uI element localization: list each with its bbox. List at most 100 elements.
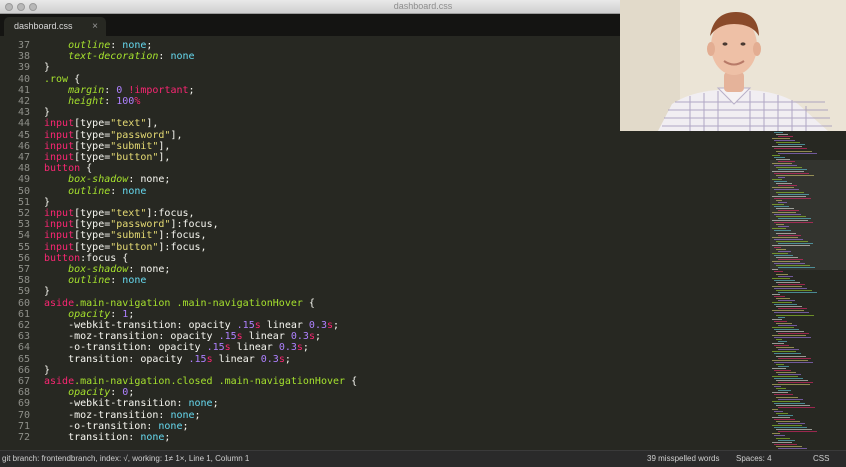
minimap-line [772,400,800,402]
line-content: .row { [44,74,80,85]
minimap-line [776,158,790,160]
code-token: aside [44,297,75,309]
minimap-line [776,289,812,291]
code-line[interactable]: 59} [0,286,770,297]
code-line[interactable]: 71 -o-transition: none; [0,421,770,432]
code-token: input [44,208,75,219]
code-line[interactable]: 65 transition: opacity .15s linear 0.3s; [0,354,770,365]
code-token: ; [194,409,201,421]
syntax-mode[interactable]: CSS [813,454,829,463]
code-line[interactable]: 55 input[type="button"]:focus, [0,242,770,253]
code-token: -webkit-transition: opacity [44,320,237,331]
code-line[interactable]: 45 input[type="password"], [0,130,770,141]
minimap[interactable] [770,130,846,450]
line-content: aside.main-navigation .main-navigationHo… [44,298,315,309]
code-token: -webkit-transition: [44,398,189,410]
code-token: ], [170,129,183,141]
minimap-line [774,337,811,339]
code-token: linear [260,320,309,331]
code-line[interactable]: 57 box-shadow: none; [0,264,770,275]
code-line[interactable]: 47 input[type="button"], [0,152,770,163]
code-line[interactable]: 66} [0,365,770,376]
code-line[interactable]: 53 input[type="password"]:focus, [0,219,770,230]
minimap-line [776,322,792,324]
minimap-line [776,380,808,382]
tab-dashboard-css[interactable]: dashboard.css × [4,17,106,36]
code-line[interactable]: 63 -moz-transition: opacity .15s linear … [0,331,770,342]
code-token: opacity [68,308,111,320]
line-number: 59 [17,286,30,298]
code-token: ; [188,84,195,96]
line-number: 67 [17,376,30,387]
close-tab-icon[interactable]: × [92,17,98,36]
minimap-line [776,232,796,234]
code-line[interactable]: 51} [0,197,770,208]
code-line[interactable]: 70 -moz-transition: none; [0,410,770,421]
code-line[interactable]: 61 opacity: 1; [0,309,770,320]
code-line[interactable]: 49 box-shadow: none; [0,174,770,185]
code-token: : [158,51,171,63]
code-token: none [122,40,147,51]
minimap-line [774,443,797,445]
line-content: box-shadow: none; [44,174,170,185]
minimap-line [778,439,795,441]
line-number: 39 [17,62,30,74]
line-content: } [44,107,50,118]
line-number: 52 [17,208,30,219]
minimap-line [774,394,793,396]
minimap-line [778,168,807,170]
code-line[interactable]: 62 -webkit-transition: opacity .15s line… [0,320,770,331]
code-line[interactable]: 58 outline: none [0,275,770,286]
minimap-line [776,175,814,177]
code-token: ; [302,342,309,354]
minimap-line [778,144,805,146]
minimap-line [778,398,803,400]
code-token: height [68,96,105,107]
line-number: 45 [17,129,30,141]
minimap-line [774,304,797,306]
code-token: .15 [206,342,225,354]
indentation-setting[interactable]: Spaces: 4 [736,454,772,463]
line-number: 61 [17,308,30,320]
minimap-line [778,373,801,375]
code-line[interactable]: 68 opacity: 0; [0,387,770,398]
code-token: 0.3 [278,342,297,354]
code-line[interactable]: 46 input[type="submit"], [0,141,770,152]
spellcheck-status[interactable]: 39 misspelled words [647,454,719,463]
code-token: "password" [110,129,171,141]
minimap-line [774,222,813,224]
minimap-line [774,164,797,166]
minimap-line [776,339,782,341]
code-token: 100 [116,96,135,107]
minimap-line [772,154,780,156]
minimap-line [778,341,787,343]
tab-label: dashboard.css [14,21,73,31]
code-token: "submit" [110,140,159,152]
code-line[interactable]: 67 aside.main-navigation.closed .main-nav… [0,376,770,387]
minimap-line [772,335,806,336]
code-line[interactable]: 54 input[type="submit"]:focus, [0,230,770,241]
code-line[interactable]: 48 button { [0,163,770,174]
minimap-line [772,367,786,369]
minimap-line [774,386,781,388]
line-content: height: 100% [44,96,140,107]
line-number: 65 [17,353,30,365]
code-line[interactable]: 72 transition: none; [0,432,770,443]
presenter-image [620,0,846,131]
code-token: ; [314,331,321,343]
code-token: .row [44,73,69,85]
code-line[interactable]: 52 input[type="text"]:focus, [0,208,770,219]
code-line[interactable]: 56 button:focus { [0,253,770,264]
code-token: ], [146,118,159,130]
code-token: ], [158,140,171,152]
code-token: none [158,420,183,432]
code-token: : [104,96,117,107]
code-token: text-decoration [68,51,159,63]
line-number: 43 [17,107,30,119]
minimap-line [774,410,783,412]
code-line[interactable]: 69 -webkit-transition: none; [0,398,770,409]
code-line[interactable]: 64 -o-transition: opacity .15s linear 0.… [0,342,770,353]
code-line[interactable]: 60 aside.main-navigation .main-navigation… [0,298,770,309]
code-line[interactable]: 50 outline: none [0,186,770,197]
